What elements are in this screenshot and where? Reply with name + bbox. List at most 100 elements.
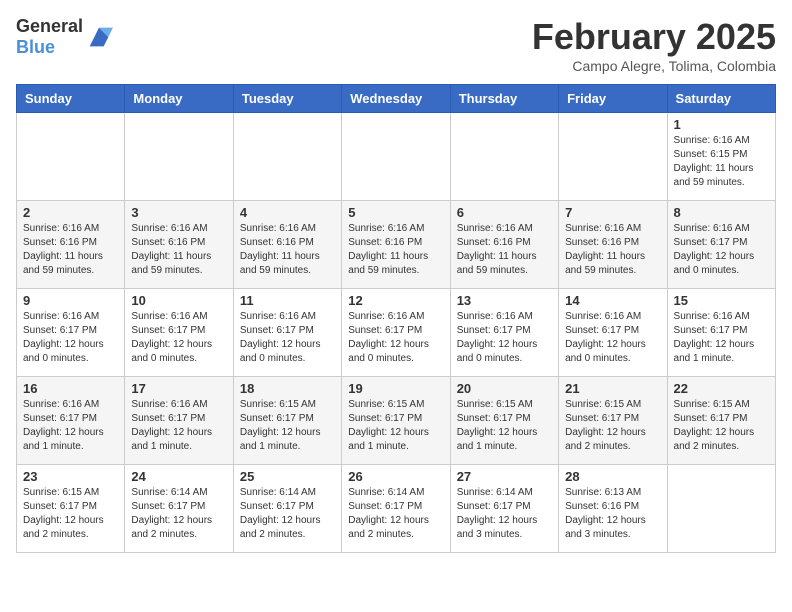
calendar-cell: 2 Sunrise: 6:16 AMSunset: 6:16 PMDaylight… xyxy=(17,201,125,289)
calendar-cell: 7 Sunrise: 6:16 AMSunset: 6:16 PMDaylight… xyxy=(559,201,667,289)
day-info: Sunrise: 6:14 AMSunset: 6:17 PMDaylight:… xyxy=(457,486,552,542)
calendar-cell: 13 Sunrise: 6:16 AMSunset: 6:17 PMDayligh… xyxy=(450,289,558,377)
calendar-cell: 25 Sunrise: 6:14 AMSunset: 6:17 PMDayligh… xyxy=(233,465,341,553)
day-info: Sunrise: 6:16 AMSunset: 6:16 PMDaylight:… xyxy=(457,222,552,278)
header: General Blue February 2025 Campo Alegre,… xyxy=(16,16,776,74)
calendar-cell: 5 Sunrise: 6:16 AMSunset: 6:16 PMDaylight… xyxy=(342,201,450,289)
day-number: 13 xyxy=(457,293,552,308)
calendar-cell: 9 Sunrise: 6:16 AMSunset: 6:17 PMDaylight… xyxy=(17,289,125,377)
day-info: Sunrise: 6:16 AMSunset: 6:17 PMDaylight:… xyxy=(674,310,769,366)
calendar-cell xyxy=(342,113,450,201)
day-info: Sunrise: 6:16 AMSunset: 6:16 PMDaylight:… xyxy=(240,222,335,278)
calendar-cell: 3 Sunrise: 6:16 AMSunset: 6:16 PMDaylight… xyxy=(125,201,233,289)
calendar-week-row: 16 Sunrise: 6:16 AMSunset: 6:17 PMDayligh… xyxy=(17,377,776,465)
day-info: Sunrise: 6:15 AMSunset: 6:17 PMDaylight:… xyxy=(565,398,660,454)
day-number: 4 xyxy=(240,205,335,220)
day-info: Sunrise: 6:16 AMSunset: 6:17 PMDaylight:… xyxy=(348,310,443,366)
day-info: Sunrise: 6:16 AMSunset: 6:17 PMDaylight:… xyxy=(23,398,118,454)
calendar-cell xyxy=(125,113,233,201)
weekday-header: Wednesday xyxy=(342,85,450,113)
day-number: 24 xyxy=(131,469,226,484)
calendar-cell: 4 Sunrise: 6:16 AMSunset: 6:16 PMDaylight… xyxy=(233,201,341,289)
day-number: 19 xyxy=(348,381,443,396)
calendar-cell: 24 Sunrise: 6:14 AMSunset: 6:17 PMDayligh… xyxy=(125,465,233,553)
calendar-cell: 23 Sunrise: 6:15 AMSunset: 6:17 PMDayligh… xyxy=(17,465,125,553)
day-info: Sunrise: 6:14 AMSunset: 6:17 PMDaylight:… xyxy=(240,486,335,542)
logo-icon xyxy=(85,23,113,51)
calendar-cell xyxy=(17,113,125,201)
day-info: Sunrise: 6:16 AMSunset: 6:17 PMDaylight:… xyxy=(674,222,769,278)
day-number: 17 xyxy=(131,381,226,396)
calendar-cell: 14 Sunrise: 6:16 AMSunset: 6:17 PMDayligh… xyxy=(559,289,667,377)
day-info: Sunrise: 6:16 AMSunset: 6:16 PMDaylight:… xyxy=(565,222,660,278)
day-number: 7 xyxy=(565,205,660,220)
day-number: 9 xyxy=(23,293,118,308)
day-number: 2 xyxy=(23,205,118,220)
day-number: 1 xyxy=(674,117,769,132)
subtitle: Campo Alegre, Tolima, Colombia xyxy=(532,58,776,74)
day-info: Sunrise: 6:16 AMSunset: 6:16 PMDaylight:… xyxy=(23,222,118,278)
calendar-cell: 12 Sunrise: 6:16 AMSunset: 6:17 PMDayligh… xyxy=(342,289,450,377)
calendar-cell: 15 Sunrise: 6:16 AMSunset: 6:17 PMDayligh… xyxy=(667,289,775,377)
day-info: Sunrise: 6:16 AMSunset: 6:17 PMDaylight:… xyxy=(240,310,335,366)
calendar-cell: 18Sunrise: 6:15 AMSunset: 6:17 PMDayligh… xyxy=(233,377,341,465)
day-info: Sunrise: 6:15 AMSunset: 6:17 PMDaylight:… xyxy=(674,398,769,454)
day-info: Sunrise: 6:15 AMSunset: 6:17 PMDaylight:… xyxy=(348,398,443,454)
calendar-cell: 17 Sunrise: 6:16 AMSunset: 6:17 PMDayligh… xyxy=(125,377,233,465)
title-area: February 2025 Campo Alegre, Tolima, Colo… xyxy=(532,16,776,74)
day-info: Sunrise: 6:16 AMSunset: 6:16 PMDaylight:… xyxy=(348,222,443,278)
day-info: Sunrise: 6:16 AMSunset: 6:16 PMDaylight:… xyxy=(131,222,226,278)
day-number: 10 xyxy=(131,293,226,308)
day-number: 3 xyxy=(131,205,226,220)
day-info: Sunrise: 6:16 AMSunset: 6:17 PMDaylight:… xyxy=(23,310,118,366)
calendar-cell: 10 Sunrise: 6:16 AMSunset: 6:17 PMDayligh… xyxy=(125,289,233,377)
day-number: 27 xyxy=(457,469,552,484)
calendar: SundayMondayTuesdayWednesdayThursdayFrid… xyxy=(16,84,776,553)
day-info: Sunrise: 6:15 AMSunset: 6:17 PMDaylight:… xyxy=(457,398,552,454)
day-number: 26 xyxy=(348,469,443,484)
calendar-cell: 22 Sunrise: 6:15 AMSunset: 6:17 PMDayligh… xyxy=(667,377,775,465)
calendar-cell: 21 Sunrise: 6:15 AMSunset: 6:17 PMDayligh… xyxy=(559,377,667,465)
calendar-cell: 16 Sunrise: 6:16 AMSunset: 6:17 PMDayligh… xyxy=(17,377,125,465)
day-number: 28 xyxy=(565,469,660,484)
calendar-cell xyxy=(450,113,558,201)
day-info: Sunrise: 6:16 AMSunset: 6:17 PMDaylight:… xyxy=(131,310,226,366)
day-info: Sunrise: 6:15 AMSunset: 6:17 PMDaylight:… xyxy=(23,486,118,542)
calendar-week-row: 2 Sunrise: 6:16 AMSunset: 6:16 PMDaylight… xyxy=(17,201,776,289)
weekday-header: Saturday xyxy=(667,85,775,113)
calendar-cell: 1Sunrise: 6:16 AMSunset: 6:15 PMDaylight… xyxy=(667,113,775,201)
day-number: 16 xyxy=(23,381,118,396)
day-number: 14 xyxy=(565,293,660,308)
day-info: Sunrise: 6:16 AMSunset: 6:17 PMDaylight:… xyxy=(131,398,226,454)
day-number: 25 xyxy=(240,469,335,484)
calendar-cell: 20 Sunrise: 6:15 AMSunset: 6:17 PMDayligh… xyxy=(450,377,558,465)
day-number: 12 xyxy=(348,293,443,308)
calendar-cell: 6 Sunrise: 6:16 AMSunset: 6:16 PMDaylight… xyxy=(450,201,558,289)
day-number: 20 xyxy=(457,381,552,396)
calendar-cell: 26 Sunrise: 6:14 AMSunset: 6:17 PMDayligh… xyxy=(342,465,450,553)
day-info: Sunrise: 6:14 AMSunset: 6:17 PMDaylight:… xyxy=(348,486,443,542)
day-info: Sunrise: 6:14 AMSunset: 6:17 PMDaylight:… xyxy=(131,486,226,542)
day-number: 15 xyxy=(674,293,769,308)
day-number: 21 xyxy=(565,381,660,396)
weekday-header: Thursday xyxy=(450,85,558,113)
day-number: 23 xyxy=(23,469,118,484)
calendar-cell: 11 Sunrise: 6:16 AMSunset: 6:17 PMDayligh… xyxy=(233,289,341,377)
day-number: 6 xyxy=(457,205,552,220)
day-number: 5 xyxy=(348,205,443,220)
calendar-cell xyxy=(559,113,667,201)
calendar-week-row: 9 Sunrise: 6:16 AMSunset: 6:17 PMDaylight… xyxy=(17,289,776,377)
day-number: 22 xyxy=(674,381,769,396)
logo-blue: Blue xyxy=(16,37,55,57)
day-info: Sunrise: 6:16 AMSunset: 6:17 PMDaylight:… xyxy=(457,310,552,366)
day-number: 11 xyxy=(240,293,335,308)
weekday-header: Monday xyxy=(125,85,233,113)
weekday-header: Tuesday xyxy=(233,85,341,113)
day-info: Sunrise: 6:15 AMSunset: 6:17 PMDaylight:… xyxy=(240,398,335,454)
logo-text: General Blue xyxy=(16,16,83,58)
day-info: Sunrise: 6:16 AMSunset: 6:17 PMDaylight:… xyxy=(565,310,660,366)
month-title: February 2025 xyxy=(532,16,776,58)
weekday-header: Friday xyxy=(559,85,667,113)
logo: General Blue xyxy=(16,16,113,58)
calendar-cell xyxy=(667,465,775,553)
